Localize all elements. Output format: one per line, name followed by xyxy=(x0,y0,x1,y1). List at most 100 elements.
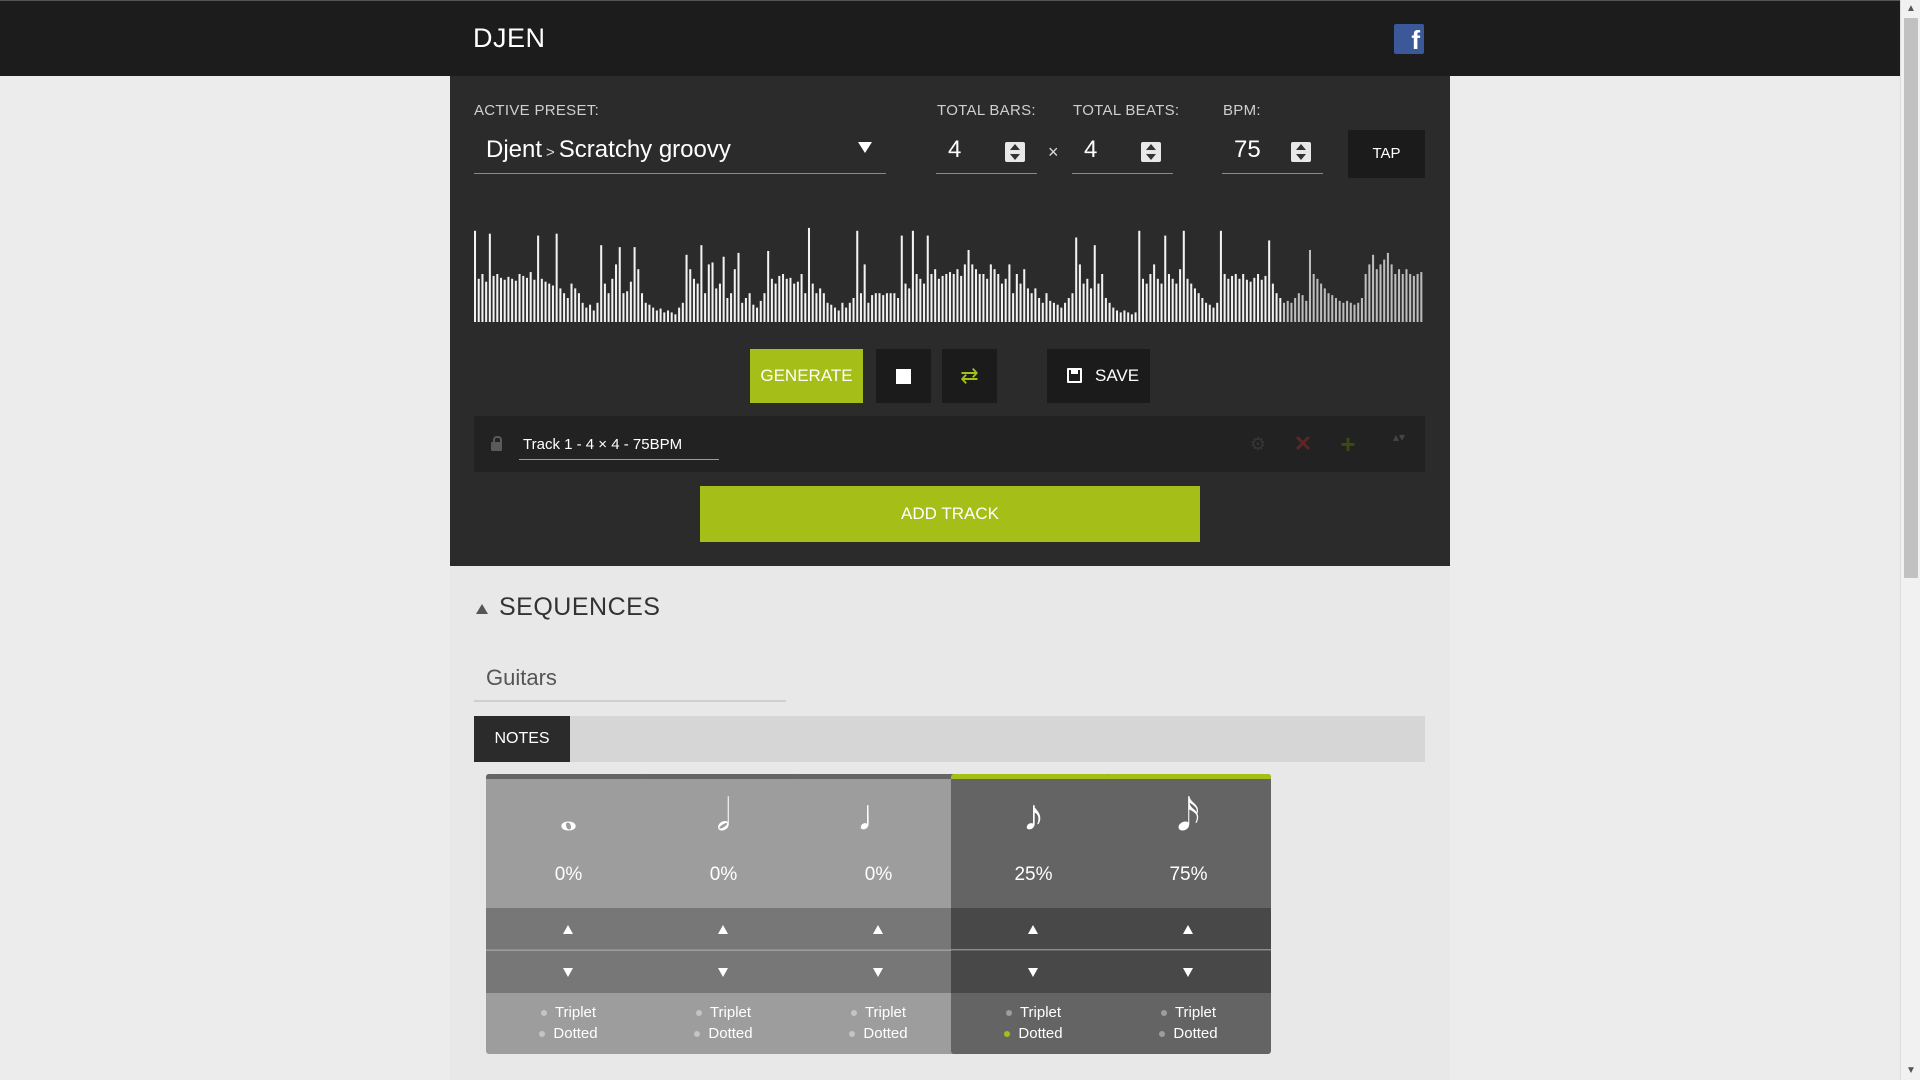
waveform-bar xyxy=(529,272,532,322)
waveform-bar xyxy=(1008,264,1011,322)
instrument-name-input[interactable]: Guitars xyxy=(474,654,786,702)
note-active-stripe xyxy=(486,774,651,779)
preset-dropdown[interactable]: Djent > Scratchy groovy xyxy=(474,130,886,174)
waveform-bar xyxy=(1012,293,1015,322)
dotted-label: Dotted xyxy=(708,1025,753,1042)
half-note-card: 𝅗𝅥 0% Triplet Dotted xyxy=(641,774,806,1054)
lock-icon[interactable] xyxy=(491,436,502,451)
triplet-toggle[interactable]: Triplet xyxy=(486,1004,651,1021)
decrease-button[interactable] xyxy=(486,951,651,993)
plus-icon[interactable]: + xyxy=(1334,430,1362,458)
waveform-bar xyxy=(488,233,491,322)
waveform-bar xyxy=(982,274,985,322)
dotted-toggle[interactable]: Dotted xyxy=(486,1025,651,1042)
waveform-bar xyxy=(1331,295,1334,322)
decrease-button[interactable] xyxy=(951,951,1116,993)
scroll-up-arrow[interactable]: ▲ xyxy=(1901,0,1920,18)
total-bars-input[interactable]: 4 xyxy=(936,130,1037,174)
generator-panel: ACTIVE PRESET: Djent > Scratchy groovy TOT… xyxy=(450,76,1450,566)
triplet-toggle[interactable]: Triplet xyxy=(1106,1004,1271,1021)
tab-notes[interactable]: NOTES xyxy=(474,716,570,762)
waveform-bar xyxy=(1364,274,1367,322)
waveform-bar xyxy=(1164,235,1167,322)
app-title: DJEN xyxy=(473,23,546,53)
tap-tempo-button[interactable]: TAP xyxy=(1348,130,1425,178)
waveform-bar xyxy=(1193,288,1196,322)
save-button[interactable]: SAVE xyxy=(1047,349,1150,403)
waveform-bar xyxy=(1416,274,1419,322)
waveform-bar xyxy=(1086,278,1089,322)
waveform-bar xyxy=(930,274,933,322)
waveform-bar xyxy=(663,312,666,322)
decrease-button[interactable] xyxy=(641,951,806,993)
triplet-toggle[interactable]: Triplet xyxy=(796,1004,961,1021)
move-handle-icon[interactable]: ▴▾ xyxy=(1385,430,1413,458)
bpm-input[interactable]: 75 xyxy=(1222,130,1323,174)
decrease-button[interactable] xyxy=(796,951,961,993)
increase-button[interactable] xyxy=(641,908,806,950)
increase-button[interactable] xyxy=(1106,908,1271,950)
waveform-bar xyxy=(1227,278,1230,322)
waveform-bar xyxy=(525,277,528,322)
collapse-triangle-icon[interactable] xyxy=(476,604,488,614)
waveform-bar xyxy=(1342,302,1345,322)
total-bars-spinner[interactable] xyxy=(1005,142,1025,162)
waveform-bar xyxy=(1234,274,1237,322)
save-label: SAVE xyxy=(1095,366,1140,385)
waveform-bar xyxy=(1201,298,1204,322)
triplet-toggle[interactable]: Triplet xyxy=(641,1004,806,1021)
waveform-bar xyxy=(1242,274,1245,322)
track-name-input[interactable]: Track 1 - 4 × 4 - 75BPM xyxy=(519,429,719,460)
waveform-bar xyxy=(974,269,978,322)
waveform-bar xyxy=(744,298,747,322)
dotted-toggle[interactable]: Dotted xyxy=(951,1025,1116,1042)
waveform-bar xyxy=(592,310,595,322)
waveform-bar xyxy=(1398,269,1401,322)
dotted-toggle[interactable]: Dotted xyxy=(641,1025,806,1042)
dotted-toggle[interactable]: Dotted xyxy=(1106,1025,1271,1042)
waveform-bar xyxy=(1041,302,1044,322)
waveform-bar xyxy=(941,275,944,322)
total-beats-spinner[interactable] xyxy=(1141,142,1161,162)
waveform-bar xyxy=(934,269,937,322)
scroll-thumb[interactable] xyxy=(1904,18,1918,578)
total-beats-input[interactable]: 4 xyxy=(1072,130,1173,174)
decrease-button[interactable] xyxy=(1106,951,1271,993)
vertical-scrollbar[interactable]: ▲ ▼ xyxy=(1900,0,1920,1080)
waveform-bar xyxy=(1141,278,1145,322)
waveform-bar xyxy=(551,285,554,322)
loop-button[interactable]: ⇄ xyxy=(942,349,997,403)
increase-button[interactable] xyxy=(486,908,651,950)
increase-button[interactable] xyxy=(796,908,961,950)
waveform-bar xyxy=(615,264,618,322)
stop-button[interactable] xyxy=(876,349,931,403)
waveform-bar xyxy=(1108,302,1111,322)
dotted-toggle[interactable]: Dotted xyxy=(796,1025,961,1042)
waveform-bar xyxy=(537,235,540,322)
add-track-button[interactable]: ADD TRACK xyxy=(700,486,1200,542)
waveform-bar xyxy=(678,307,681,322)
delete-icon[interactable]: ✕ xyxy=(1289,430,1317,458)
triplet-toggle[interactable]: Triplet xyxy=(951,1004,1116,1021)
arrow-down-icon xyxy=(873,968,883,977)
active-preset-label: ACTIVE PRESET: xyxy=(474,102,600,119)
waveform-bar xyxy=(793,283,796,322)
note-active-stripe xyxy=(1106,774,1271,779)
sequences-title: SEQUENCES xyxy=(499,593,661,621)
waveform-bar xyxy=(1101,274,1104,322)
waveform-bar xyxy=(696,283,699,322)
gear-icon[interactable]: ⚙ xyxy=(1244,430,1272,458)
waveform-bar xyxy=(1394,274,1397,322)
increase-button[interactable] xyxy=(951,908,1116,950)
waveform-bar xyxy=(666,310,670,322)
waveform-bar xyxy=(1145,283,1148,322)
waveform-bar xyxy=(733,269,736,322)
facebook-icon[interactable]: f xyxy=(1394,24,1424,54)
scroll-down-arrow[interactable]: ▼ xyxy=(1901,1062,1920,1080)
waveform-bar xyxy=(960,275,963,322)
waveform-bar xyxy=(544,281,547,322)
bpm-spinner[interactable] xyxy=(1291,142,1311,162)
waveform-bar xyxy=(1167,274,1170,322)
generate-button[interactable]: GENERATE xyxy=(750,349,863,403)
waveform-bar xyxy=(1000,283,1003,322)
